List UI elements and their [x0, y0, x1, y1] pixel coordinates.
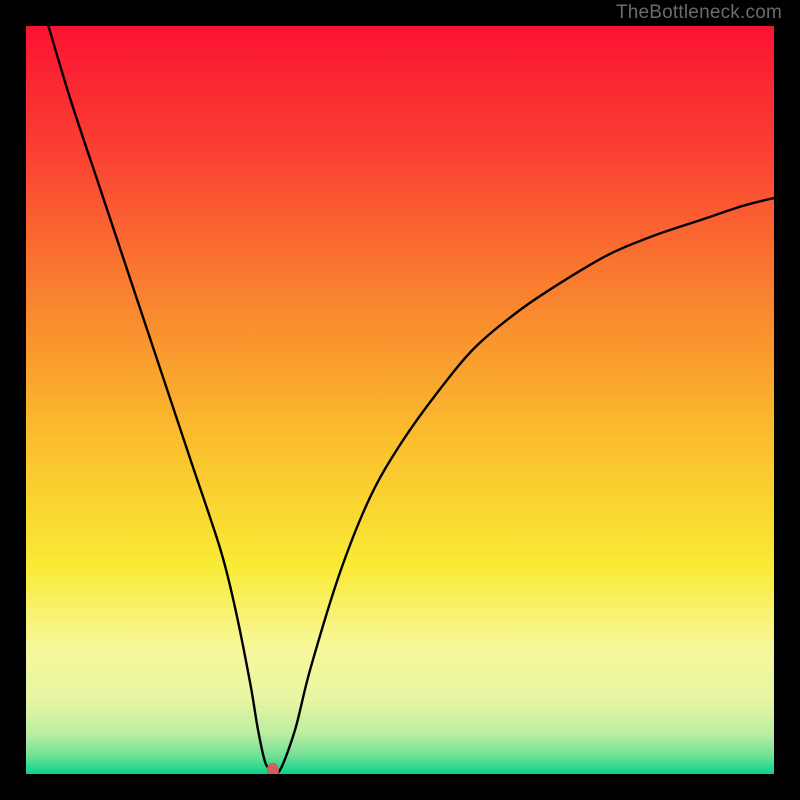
chart-background-gradient — [26, 26, 774, 774]
chart-plot-area — [26, 26, 774, 774]
chart-frame: TheBottleneck.com — [0, 0, 800, 800]
chart-svg — [26, 26, 774, 774]
watermark-text: TheBottleneck.com — [616, 2, 782, 24]
